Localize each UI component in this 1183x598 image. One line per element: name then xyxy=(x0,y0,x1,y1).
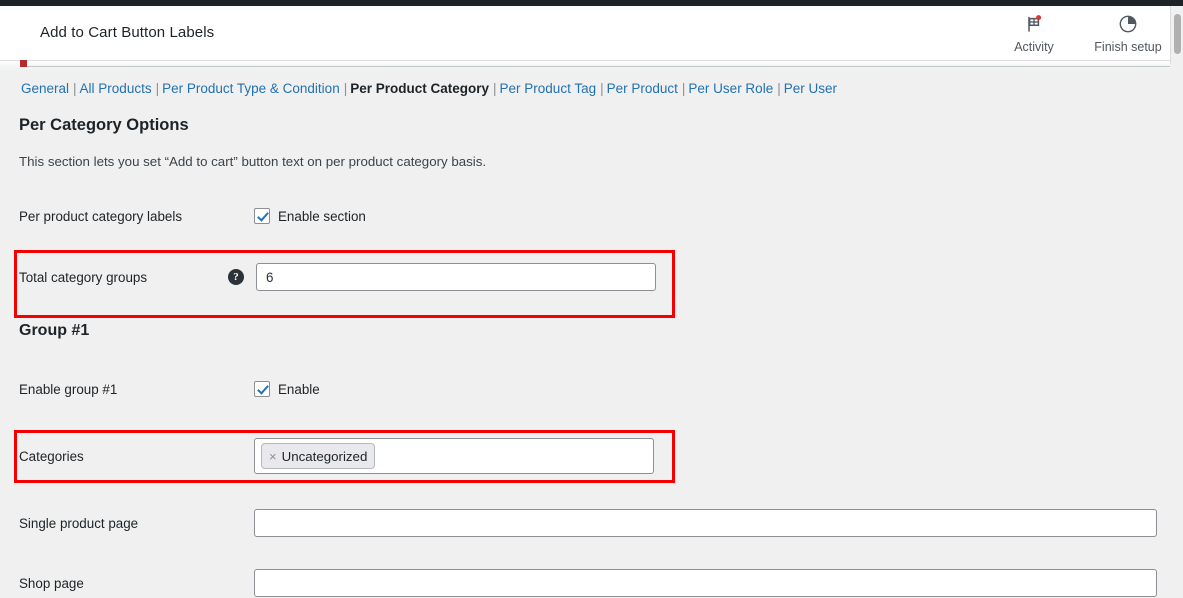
categories-control: × Uncategorized xyxy=(254,438,654,474)
enable-section-checkbox[interactable] xyxy=(254,208,270,224)
subnav-item-per-product-type-condition[interactable]: Per Product Type & Condition xyxy=(162,81,340,96)
settings-content: General | All Products | Per Product Type & … xyxy=(0,71,1183,598)
section-description: This section lets you set “Add to cart” … xyxy=(19,154,487,169)
subnav-item-per-product-category[interactable]: Per Product Category xyxy=(350,81,489,96)
pie-progress-icon xyxy=(1118,11,1138,37)
subnav-separator: | xyxy=(73,81,77,96)
subnav-item-general[interactable]: General xyxy=(21,81,69,96)
enable-group-checkbox-label: Enable xyxy=(278,381,320,397)
scrollbar-thumb[interactable] xyxy=(1174,14,1181,54)
subnav-item-per-product[interactable]: Per Product xyxy=(607,81,678,96)
single-product-page-label: Single product page xyxy=(19,515,139,531)
shop-page-label: Shop page xyxy=(19,575,84,591)
single-product-page-input[interactable] xyxy=(254,509,1157,537)
subnav-separator: | xyxy=(155,81,160,96)
subnav-item-per-user[interactable]: Per User xyxy=(784,81,837,96)
question-mark-icon[interactable]: ? xyxy=(228,269,244,285)
total-category-groups-control: ? xyxy=(228,263,656,291)
header-divider-line xyxy=(21,66,1170,67)
settings-subnav: General | All Products | Per Product Type & … xyxy=(21,81,837,96)
total-category-groups-input[interactable] xyxy=(256,263,656,291)
subnav-separator: | xyxy=(681,81,686,96)
subnav-separator: | xyxy=(343,81,348,96)
per-product-category-labels-row: Per product category labels Enable secti… xyxy=(0,201,1183,231)
single-product-page-control xyxy=(254,509,1157,537)
activity-button[interactable]: Activity xyxy=(1000,11,1068,54)
enable-section-checkbox-label: Enable section xyxy=(278,208,366,224)
finish-setup-label: Finish setup xyxy=(1094,40,1162,54)
enable-group-label: Enable group #1 xyxy=(19,381,118,397)
finish-setup-button[interactable]: Finish setup xyxy=(1094,11,1162,54)
enable-section-control: Enable section xyxy=(254,208,366,224)
subnav-item-per-user-role[interactable]: Per User Role xyxy=(688,81,773,96)
categories-row: Categories × Uncategorized xyxy=(0,438,1183,474)
activity-label: Activity xyxy=(1014,40,1054,54)
enable-group-checkbox[interactable] xyxy=(254,381,270,397)
total-category-groups-label: Total category groups xyxy=(19,269,148,285)
admin-header-bar: Add to Cart Button Labels Activity Finis… xyxy=(0,6,1170,61)
enable-group-control: Enable xyxy=(254,381,320,397)
vertical-scrollbar[interactable] xyxy=(1170,6,1183,64)
notice-marker xyxy=(20,60,27,67)
per-product-category-labels-label: Per product category labels xyxy=(19,208,183,224)
subnav-item-all-products[interactable]: All Products xyxy=(80,81,152,96)
single-product-page-row: Single product page xyxy=(0,508,1183,538)
header-actions: Activity Finish setup xyxy=(1000,11,1162,54)
shop-page-control xyxy=(254,569,1157,597)
shop-page-row: Shop page xyxy=(0,568,1183,598)
subnav-separator: | xyxy=(777,81,781,96)
categories-label: Categories xyxy=(19,448,84,464)
remove-chip-icon[interactable]: × xyxy=(269,449,277,464)
section-title: Per Category Options xyxy=(19,116,189,134)
group-heading: Group #1 xyxy=(19,322,90,339)
category-chip-label: Uncategorized xyxy=(281,448,368,464)
subnav-separator: | xyxy=(493,81,497,96)
subnav-separator: | xyxy=(600,81,604,96)
page-title: Add to Cart Button Labels xyxy=(40,24,215,41)
category-chip-uncategorized[interactable]: × Uncategorized xyxy=(261,443,376,469)
flag-icon xyxy=(1024,11,1044,37)
enable-group-checkbox-wrap[interactable]: Enable xyxy=(254,381,320,397)
categories-multiselect[interactable]: × Uncategorized xyxy=(254,438,654,474)
total-category-groups-row: Total category groups ? xyxy=(0,262,1183,292)
shop-page-input[interactable] xyxy=(254,569,1157,597)
enable-section-checkbox-wrap[interactable]: Enable section xyxy=(254,208,366,224)
subnav-item-per-product-tag[interactable]: Per Product Tag xyxy=(500,81,597,96)
enable-group-row: Enable group #1 Enable xyxy=(0,374,1183,404)
